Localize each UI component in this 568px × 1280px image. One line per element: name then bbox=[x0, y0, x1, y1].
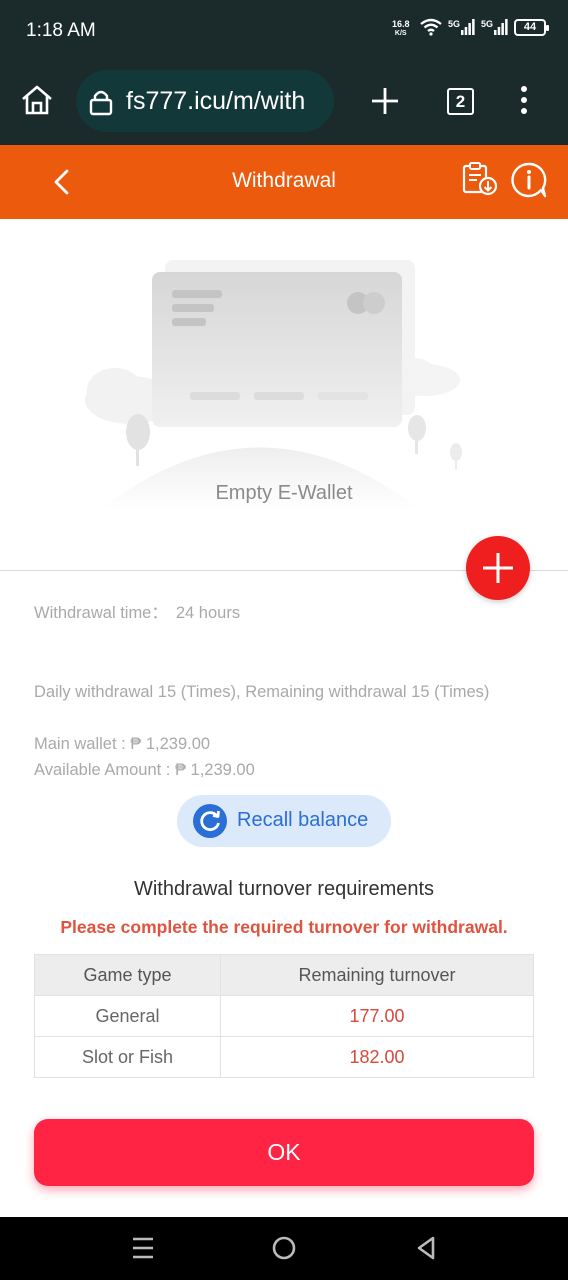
turnover-title: Withdrawal turnover requirements bbox=[133, 878, 435, 900]
withdrawal-time-label: Withdrawal time： bbox=[34, 604, 168, 622]
withdrawal-time-value: 24 hours bbox=[175, 604, 241, 622]
table-header-row: Game type Remaining turnover bbox=[34, 954, 534, 996]
main-wallet-balance: Main wallet : ₱ 1,239.00 bbox=[34, 735, 211, 753]
home-nav-icon[interactable] bbox=[271, 1235, 297, 1261]
signal-icon bbox=[461, 19, 475, 35]
recall-balance-label: Recall balance bbox=[237, 809, 369, 831]
turnover-warning: Please complete the required turnover fo… bbox=[60, 917, 508, 937]
back-nav-icon[interactable] bbox=[414, 1235, 438, 1261]
app-header: Withdrawal bbox=[0, 145, 568, 219]
table-row: Slot or Fish 182.00 bbox=[34, 1036, 534, 1078]
table-row: General 177.00 bbox=[34, 995, 534, 1037]
signal-5g-2: 5G bbox=[481, 19, 508, 35]
recent-apps-icon[interactable] bbox=[131, 1235, 155, 1261]
game-type-cell: Slot or Fish bbox=[34, 1036, 221, 1078]
refresh-icon bbox=[193, 804, 227, 838]
browser-toolbar: fs777.icu/m/with 2 bbox=[0, 60, 568, 145]
withdrawal-time-row: Withdrawal time： 24 hours bbox=[34, 600, 514, 626]
add-wallet-button[interactable] bbox=[466, 536, 530, 600]
remaining-turnover-cell: 182.00 bbox=[220, 1036, 534, 1078]
system-nav-bar bbox=[0, 1217, 568, 1280]
game-type-cell: General bbox=[34, 995, 221, 1037]
address-bar[interactable]: fs777.icu/m/with bbox=[76, 70, 334, 132]
records-icon[interactable] bbox=[461, 161, 499, 197]
signal-5g-1: 5G bbox=[448, 19, 475, 35]
recall-balance-button[interactable]: Recall balance bbox=[177, 795, 391, 847]
ok-button[interactable]: OK bbox=[34, 1119, 534, 1186]
column-header: Game type bbox=[34, 954, 221, 996]
more-menu-icon[interactable] bbox=[518, 84, 530, 116]
plus-icon bbox=[483, 553, 513, 583]
available-amount: Available Amount : ₱ 1,239.00 bbox=[34, 761, 255, 779]
url-text: fs777.icu/m/with bbox=[126, 87, 306, 115]
empty-wallet-label: Empty E-Wallet bbox=[215, 482, 353, 504]
status-bar: 1:18 AM 16.8 K/S 5G 5G 44 bbox=[0, 0, 568, 60]
battery-icon: 44 bbox=[514, 18, 550, 36]
column-header: Remaining turnover bbox=[220, 954, 534, 996]
clock: 1:18 AM bbox=[26, 20, 96, 41]
turnover-table: Game type Remaining turnover General 177… bbox=[34, 954, 534, 1078]
wifi-icon bbox=[420, 18, 442, 36]
signal-icon bbox=[494, 19, 508, 35]
info-icon[interactable] bbox=[510, 161, 548, 199]
remaining-turnover-cell: 177.00 bbox=[220, 995, 534, 1037]
new-tab-icon[interactable] bbox=[370, 86, 400, 116]
home-icon[interactable] bbox=[20, 84, 54, 116]
tab-switcher-button[interactable]: 2 bbox=[447, 88, 474, 115]
network-speed: 16.8 K/S bbox=[392, 19, 410, 37]
lock-icon bbox=[89, 90, 113, 116]
status-icons: 5G 5G 44 bbox=[420, 18, 550, 36]
daily-withdrawal-limit: Daily withdrawal 15 (Times), Remaining w… bbox=[34, 683, 490, 701]
